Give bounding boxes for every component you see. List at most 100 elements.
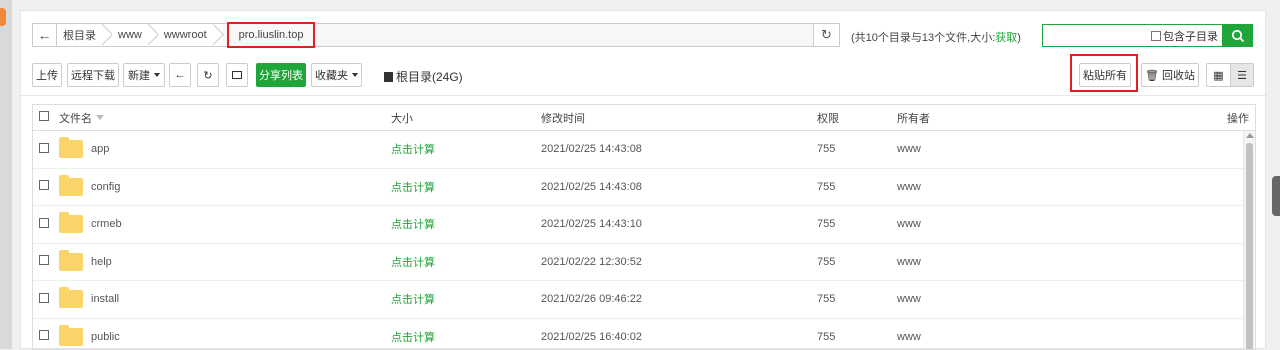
side-handle[interactable] [1272,176,1280,216]
file-name[interactable]: install [91,293,119,305]
folder-icon [59,140,83,158]
back-arrow-icon[interactable]: ← [33,24,57,46]
table-row[interactable]: public点击计算2021/02/25 16:40:02755www [33,319,1255,350]
terminal-button[interactable] [226,63,248,87]
table-row[interactable]: crmeb点击计算2021/02/25 14:43:10755www [33,206,1255,244]
calc-size-link[interactable]: 点击计算 [391,257,435,269]
row-checkbox[interactable] [39,255,49,265]
directory-summary: (共10个目录与13个文件,大小:获取) [851,29,1021,45]
file-name[interactable]: help [91,256,112,268]
file-name-cell[interactable]: install [59,290,391,308]
perm-cell[interactable]: 755 [817,143,897,155]
table-row[interactable]: install 点击计算 2021/02/26 09:46:22755www [33,281,1255,319]
mtime-cell: 2021/02/26 09:46:22 [541,293,817,305]
grid-view-icon[interactable]: ▦ [1207,64,1230,86]
refresh-button[interactable]: ↻ [197,63,219,87]
perm-cell[interactable]: 755 [817,331,897,343]
get-size-link[interactable]: 获取 [995,32,1017,44]
calc-size-link[interactable]: 点击计算 [391,219,435,231]
header-size[interactable]: 大小 [391,110,541,126]
new-button[interactable]: 新建 [123,63,165,87]
owner-cell[interactable]: www [897,331,1227,343]
calc-size-link[interactable]: 点击计算 [391,332,435,344]
header-name-label: 文件名 [59,110,92,126]
highlight-box [1070,54,1138,92]
calc-size-link[interactable]: 点击计算 [391,144,435,156]
header-name[interactable]: 文件名 [59,110,391,126]
file-name[interactable]: crmeb [91,218,122,230]
recycle-bin-label: 回收站 [1162,67,1195,83]
file-manager-panel: ← 根目录 www wwwroot pro.liuslin.top ↻ (共10… [20,10,1266,349]
table-row[interactable]: help 点击计算 2021/02/22 12:30:52755www [33,244,1255,282]
remote-download-button[interactable]: 远程下载 [67,63,119,87]
folder-icon [59,290,83,308]
scroll-thumb[interactable] [1246,143,1253,350]
calc-size-link[interactable]: 点击计算 [391,294,435,306]
file-name-cell[interactable]: crmeb [59,215,391,233]
chevron-down-icon [154,73,160,77]
favorites-button[interactable]: 收藏夹 [311,63,362,87]
file-name-cell[interactable]: app [59,140,391,158]
owner-cell[interactable]: www [897,293,1227,305]
row-checkbox[interactable] [39,330,49,340]
scroll-up-icon[interactable] [1246,133,1254,138]
folder-icon [59,253,83,271]
row-checkbox[interactable] [39,218,49,228]
rail-indicator [0,8,6,26]
file-name[interactable]: public [91,331,120,343]
owner-cell[interactable]: www [897,181,1227,193]
file-table: 文件名 大小 修改时间 权限 所有者 操作 app点击计算2021/02/25 … [32,104,1256,350]
perm-cell[interactable]: 755 [817,218,897,230]
breadcrumb-www[interactable]: www [112,24,158,46]
include-subdir-label: 包含子目录 [1163,28,1218,44]
breadcrumb-wwwroot[interactable]: wwwroot [158,24,223,46]
recycle-bin-button[interactable]: 🗑回收站 [1141,63,1199,87]
perm-cell[interactable]: 755 [817,256,897,268]
row-checkbox[interactable] [39,293,49,303]
left-rail [0,0,12,349]
file-name-cell[interactable]: config [59,178,391,196]
file-name[interactable]: config [91,181,120,193]
search-button[interactable] [1223,24,1253,47]
upload-button[interactable]: 上传 [32,63,62,87]
table-row[interactable]: config点击计算2021/02/25 14:43:08755www [33,169,1255,207]
disk-icon [384,72,393,82]
table-row[interactable]: app点击计算2021/02/25 14:43:08755www [33,131,1255,169]
disk-label: 根目录(24G) [396,68,463,85]
row-checkbox[interactable] [39,143,49,153]
back-button[interactable]: ← [169,63,191,87]
row-checkbox[interactable] [39,180,49,190]
mtime-cell: 2021/02/22 12:30:52 [541,256,817,268]
owner-cell[interactable]: www [897,256,1227,268]
summary-close: ) [1017,32,1021,44]
search-input[interactable]: 包含子目录 [1042,24,1223,47]
perm-cell[interactable]: 755 [817,181,897,193]
calc-size-link[interactable]: 点击计算 [391,182,435,194]
path-bar: ← 根目录 www wwwroot pro.liuslin.top ↻ [32,23,840,47]
vertical-scrollbar[interactable] [1243,131,1255,350]
header-mtime[interactable]: 修改时间 [541,110,817,126]
file-name-cell[interactable]: public [59,328,391,346]
refresh-icon: ↻ [203,69,212,82]
owner-cell[interactable]: www [897,143,1227,155]
file-name[interactable]: app [91,143,109,155]
path-input-area[interactable] [313,24,813,46]
header-perm: 权限 [817,110,897,126]
refresh-icon[interactable]: ↻ [813,24,839,46]
favorites-label: 收藏夹 [315,67,348,83]
view-toggle: ▦ ☰ [1206,63,1254,87]
file-name-cell[interactable]: help [59,253,391,271]
table-body: app点击计算2021/02/25 14:43:08755wwwconfig点击… [33,131,1255,350]
breadcrumb-current[interactable]: pro.liuslin.top [229,24,314,46]
perm-cell[interactable]: 755 [817,293,897,305]
include-subdir-checkbox[interactable] [1151,31,1161,41]
share-list-button[interactable]: 分享列表 [256,63,306,87]
search-icon [1231,29,1245,43]
select-all-checkbox[interactable] [39,111,49,121]
include-subdir-option[interactable]: 包含子目录 [1151,28,1218,44]
owner-cell[interactable]: www [897,218,1227,230]
disk-selector[interactable]: 根目录(24G) [384,68,463,85]
breadcrumb-root[interactable]: 根目录 [57,24,112,46]
header-owner: 所有者 [897,110,1227,126]
list-view-icon[interactable]: ☰ [1230,64,1253,86]
